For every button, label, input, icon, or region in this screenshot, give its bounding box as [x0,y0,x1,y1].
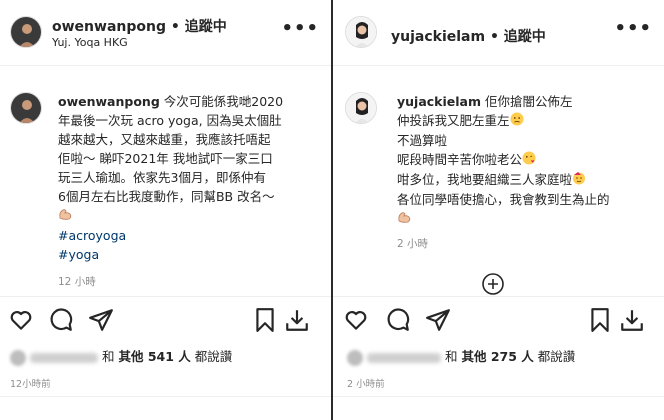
caption-username[interactable]: owenwanpong [58,94,160,109]
liked-by-user[interactable]: yujackielam [30,352,98,363]
divider [333,396,664,397]
add-comment-icon[interactable] [481,272,505,296]
party-emoji [572,171,586,190]
caption-line: 仲投訴我又肥左重左 [397,113,510,128]
hashtag-link[interactable]: #acroyoga [58,226,328,245]
caption-line: 年最後一次玩 acro yoga, 因為吳太個肚 [58,113,282,128]
bookmark-icon[interactable] [252,307,278,333]
caption-line: 越來越大，又越來越重，我應該托唔起 [58,132,271,147]
flex-emoji [58,207,74,226]
download-icon[interactable] [284,307,310,333]
caption-line: 各位同學唔使擔心，我會教到生為止的 [397,192,610,207]
action-bar [333,296,664,344]
liked-by-user[interactable]: coffee89921 [367,352,441,363]
post-caption: owenwanpong 今次可能係我哋2020 年最後一次玩 acro yoga… [58,92,328,264]
hashtag-link[interactable]: #yoga [58,245,328,264]
username-row: owenwanpong • 追蹤中 [52,16,227,36]
worried-emoji [510,112,524,131]
following-label[interactable]: • 追蹤中 [490,29,546,45]
more-icon[interactable]: ••• [614,18,652,39]
avatar[interactable] [345,16,377,48]
heart-icon[interactable] [8,307,34,333]
post-time: 2 小時 [397,238,429,250]
avatar[interactable] [10,16,42,48]
likes-suffix: 都說讚 [537,349,576,364]
kiss-emoji [522,151,536,170]
likes-summary: coffee89921 和 其他 275 人 都說讚 [347,346,575,366]
username-link[interactable]: owenwanpong [52,19,166,35]
share-icon[interactable] [425,307,451,333]
caption-avatar[interactable] [10,92,42,124]
likes-connector: 和 [444,349,458,364]
footer-time: 2 小時前 [347,379,385,390]
right-post-panel: yujackielam • 追蹤中 ••• yujackielam 佢你搶闇公佈… [333,0,664,420]
likes-connector: 和 [101,349,115,364]
comment-icon[interactable] [385,307,411,333]
caption-line: 呢段時間辛苦你啦老公 [397,152,523,167]
left-post-panel: owenwanpong • 追蹤中 Yuj. Yoqa HKG ••• owen… [0,0,331,420]
caption-line: 佢你搶闇公佈左 [484,94,573,109]
post-time: 12 小時 [58,276,96,288]
liker-avatar [10,349,26,366]
location-link[interactable]: Yuj. Yoqa HKG [52,36,128,49]
caption-line: 佢啦～ 睇吓2021年 我地試吓一家三口 [58,151,273,166]
likes-count-link[interactable]: 其他 275 人 [461,349,533,364]
footer-time: 12小時前 [10,379,51,390]
username-link[interactable]: yujackielam [391,29,485,45]
divider [0,396,331,397]
action-bar [0,296,331,344]
caption-avatar[interactable] [345,92,377,124]
heart-icon[interactable] [343,307,369,333]
likes-summary: yujackielam 和 其他 541 人 都說讚 [10,346,232,366]
likes-suffix: 都說讚 [194,349,233,364]
caption-line: 玩三人瑜珈。依家先3個月，即係仲有 [58,170,266,185]
flex-emoji [397,210,413,229]
caption-line: 今次可能係我哋2020 [163,94,284,109]
bookmark-icon[interactable] [587,307,613,333]
post-caption: yujackielam 佢你搶闇公佈左 仲投訴我又肥左重左 不過算啦 呢段時間辛… [397,92,661,229]
post-header: owenwanpong • 追蹤中 Yuj. Yoqa HKG ••• [0,0,331,66]
liker-avatar [347,349,363,366]
caption-line: 不過算啦 [397,133,448,148]
comment-icon[interactable] [48,307,74,333]
likes-count-link[interactable]: 其他 541 人 [118,349,190,364]
username-row: yujackielam • 追蹤中 [391,26,546,46]
download-icon[interactable] [619,307,645,333]
caption-line: 咁多位，我地要組織三人家庭啦 [397,172,573,187]
post-header: yujackielam • 追蹤中 ••• [333,0,664,66]
caption-username[interactable]: yujackielam [397,94,481,109]
following-label[interactable]: • 追蹤中 [171,19,227,35]
more-icon[interactable]: ••• [281,18,319,39]
share-icon[interactable] [88,307,114,333]
caption-line: 6個月左右比我度動作，同幫BB 改名～ [58,189,275,204]
